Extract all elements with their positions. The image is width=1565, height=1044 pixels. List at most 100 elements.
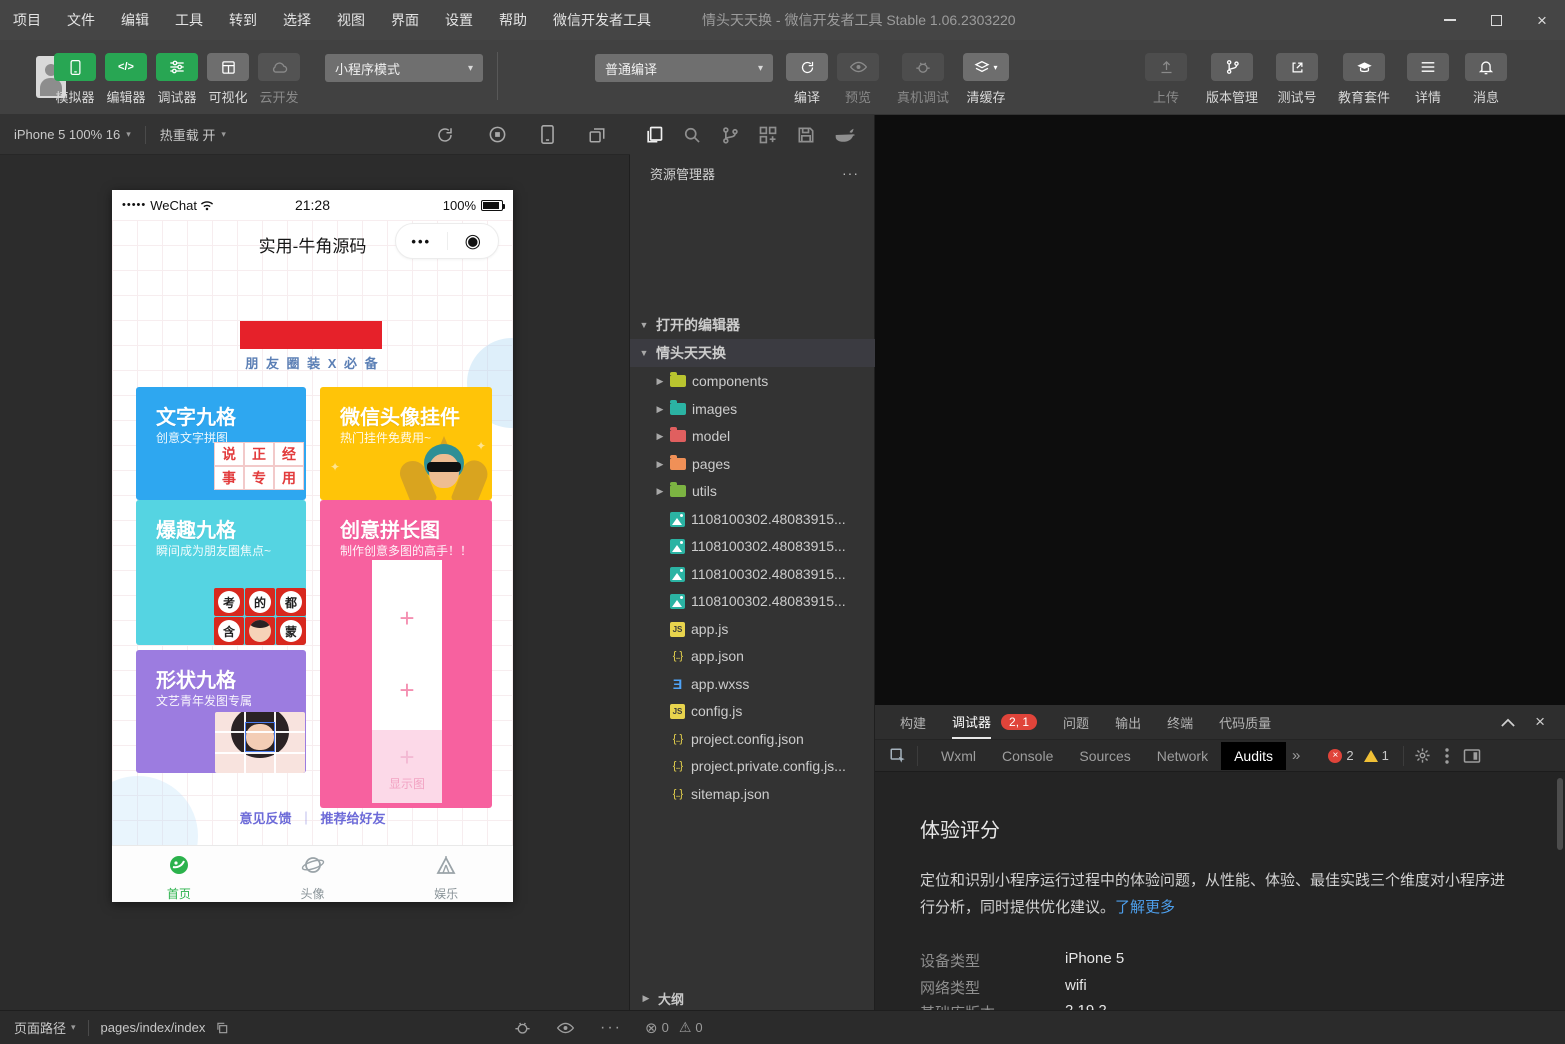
- tree-file-sitemap[interactable]: {..}sitemap.json: [630, 780, 875, 808]
- search-icon[interactable]: [682, 125, 702, 145]
- panel-tab-code-quality[interactable]: 代码质量: [1219, 705, 1271, 739]
- more-tabs-icon[interactable]: »: [1292, 747, 1300, 764]
- device-select[interactable]: iPhone 5 100% 16▾: [14, 127, 131, 142]
- panel-tab-output[interactable]: 输出: [1115, 705, 1141, 739]
- devtools-tab-audits[interactable]: Audits: [1221, 742, 1286, 770]
- edu-suite-button[interactable]: 教育套件: [1330, 53, 1398, 106]
- menu-select[interactable]: 选择: [270, 0, 324, 40]
- tree-file-project-config[interactable]: {..}project.config.json: [630, 725, 875, 753]
- hot-reload-toggle[interactable]: 热重载 开▾: [160, 125, 226, 144]
- tree-file-app-json[interactable]: {..}app.json: [630, 642, 875, 670]
- devtools-tab-network[interactable]: Network: [1144, 742, 1221, 770]
- more-actions-icon[interactable]: ···: [842, 165, 859, 181]
- vconsole-bug-icon[interactable]: [514, 1020, 531, 1036]
- menu-tools[interactable]: 工具: [162, 0, 216, 40]
- visual-toggle-button[interactable]: 可视化: [201, 53, 255, 106]
- wechat-capsule[interactable]: ••• ◉: [395, 223, 499, 259]
- section-open-editors[interactable]: ▼ 打开的编辑器: [630, 311, 875, 339]
- problems-counter[interactable]: ⊗0 ⚠0: [645, 1019, 703, 1037]
- docker-whale-icon[interactable]: [834, 125, 856, 145]
- tab-home[interactable]: 首页: [112, 846, 246, 902]
- collapse-panel-icon[interactable]: [1501, 718, 1515, 727]
- recommend-link[interactable]: 推荐给好友: [321, 811, 386, 826]
- page-path-select[interactable]: 页面路径 ▾: [14, 1018, 76, 1037]
- simulator-toggle-button[interactable]: 模拟器: [48, 53, 102, 106]
- stop-icon[interactable]: [488, 125, 507, 144]
- card-avatar-pendant[interactable]: 微信头像挂件 热门挂件免费用~ ✦ ✦: [320, 387, 492, 500]
- tree-folder-components[interactable]: ▶components: [630, 367, 875, 395]
- tree-file-image[interactable]: 1108100302.48083915...: [630, 560, 875, 588]
- version-control-button[interactable]: 版本管理: [1198, 53, 1266, 106]
- maximize-button[interactable]: [1473, 0, 1519, 40]
- tab-fun[interactable]: 娱乐: [379, 846, 513, 902]
- minimize-button[interactable]: [1427, 0, 1473, 40]
- tree-file-app-wxss[interactable]: Ǝapp.wxss: [630, 670, 875, 698]
- compile-button[interactable]: 编译: [779, 53, 835, 106]
- exit-target-icon[interactable]: ◉: [448, 232, 499, 251]
- learn-more-link[interactable]: 了解更多: [1115, 899, 1175, 916]
- panel-tab-debugger[interactable]: 调试器: [952, 705, 991, 739]
- tree-file-image[interactable]: 1108100302.48083915...: [630, 532, 875, 560]
- dock-side-icon[interactable]: [1463, 748, 1481, 764]
- menu-wechat-devtools[interactable]: 微信开发者工具: [540, 0, 664, 40]
- tab-avatar[interactable]: 头像: [246, 846, 380, 902]
- menu-goto[interactable]: 转到: [216, 0, 270, 40]
- menu-interface[interactable]: 界面: [378, 0, 432, 40]
- more-dots-icon[interactable]: •••: [396, 234, 447, 249]
- mode-select[interactable]: 小程序模式 ▾: [325, 54, 483, 82]
- menu-settings[interactable]: 设置: [432, 0, 486, 40]
- menu-view[interactable]: 视图: [324, 0, 378, 40]
- error-counter[interactable]: ×2: [1328, 748, 1353, 763]
- devtools-tab-console[interactable]: Console: [989, 742, 1066, 770]
- tree-file-image[interactable]: 1108100302.48083915...: [630, 587, 875, 615]
- card-word-grid[interactable]: 文字九格 创意文字拼图 说正经 事专用: [136, 387, 306, 500]
- tree-file-app-js[interactable]: JSapp.js: [630, 615, 875, 643]
- tree-file-config-js[interactable]: JSconfig.js: [630, 697, 875, 725]
- menu-project[interactable]: 项目: [0, 0, 54, 40]
- menu-edit[interactable]: 编辑: [108, 0, 162, 40]
- multi-window-icon[interactable]: [588, 126, 606, 144]
- source-control-icon[interactable]: [720, 125, 740, 145]
- tree-folder-pages[interactable]: ▶pages: [630, 450, 875, 478]
- messages-button[interactable]: 消息: [1460, 53, 1512, 106]
- devtools-tab-wxml[interactable]: Wxml: [928, 742, 989, 770]
- ellipsis-icon[interactable]: ···: [600, 1019, 622, 1037]
- details-button[interactable]: 详情: [1402, 53, 1454, 106]
- device-frame-icon[interactable]: [541, 125, 554, 144]
- feedback-link[interactable]: 意见反馈: [239, 811, 291, 826]
- section-project-root[interactable]: ▼ 情头天天换: [630, 339, 875, 367]
- kebab-menu-icon[interactable]: [1445, 748, 1449, 764]
- tree-file-project-private-config[interactable]: {..}project.private.config.js...: [630, 752, 875, 780]
- tree-folder-model[interactable]: ▶model: [630, 422, 875, 450]
- panel-tab-build[interactable]: 构建: [900, 705, 926, 739]
- files-icon[interactable]: [644, 125, 664, 145]
- compile-mode-select[interactable]: 普通编译 ▾: [595, 54, 773, 82]
- save-icon[interactable]: [796, 125, 816, 145]
- refresh-icon[interactable]: [436, 126, 454, 144]
- scrollbar[interactable]: [1557, 778, 1563, 850]
- clear-cache-button[interactable]: ▾ 清缓存: [956, 53, 1016, 106]
- test-account-button[interactable]: 测试号: [1268, 53, 1326, 106]
- warning-counter[interactable]: 1: [1364, 748, 1389, 763]
- editor-toggle-button[interactable]: </> 编辑器: [99, 53, 153, 106]
- editor-area[interactable]: [875, 115, 1565, 705]
- inspect-cursor-icon[interactable]: [889, 747, 907, 765]
- tree-folder-images[interactable]: ▶images: [630, 395, 875, 423]
- card-shape-grid[interactable]: 形状九格 文艺青年发图专属: [136, 650, 306, 773]
- card-sticker-grid[interactable]: 爆趣九格 瞬间成为朋友圈焦点~ 考 的 都 含 蒙: [136, 500, 306, 645]
- outline-section[interactable]: ▶ 大纲: [630, 986, 875, 1010]
- panel-tab-problems[interactable]: 问题: [1063, 705, 1089, 739]
- copy-icon[interactable]: [215, 1021, 229, 1035]
- debugger-toggle-button[interactable]: 调试器: [150, 53, 204, 106]
- tree-file-image[interactable]: 1108100302.48083915...: [630, 505, 875, 533]
- menu-file[interactable]: 文件: [54, 0, 108, 40]
- close-panel-icon[interactable]: ×: [1535, 712, 1545, 732]
- devtools-tab-sources[interactable]: Sources: [1066, 742, 1143, 770]
- gear-icon[interactable]: [1414, 747, 1431, 764]
- menu-help[interactable]: 帮助: [486, 0, 540, 40]
- close-button[interactable]: ×: [1519, 0, 1565, 40]
- ad-banner[interactable]: [240, 321, 382, 349]
- card-long-image[interactable]: 创意拼长图 制作创意多图的高手！！ + + + 显示图: [320, 500, 492, 808]
- extensions-icon[interactable]: [758, 125, 778, 145]
- panel-tab-terminal[interactable]: 终端: [1167, 705, 1193, 739]
